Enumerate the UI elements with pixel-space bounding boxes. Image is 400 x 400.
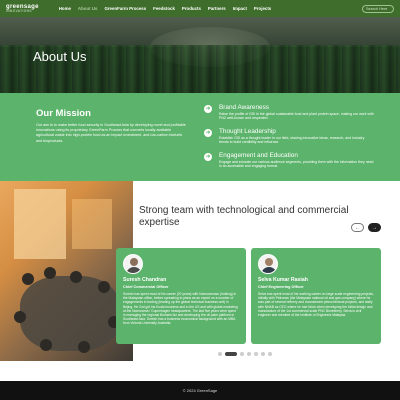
- nav-impact[interactable]: Impact: [233, 6, 247, 11]
- mission-text: Our aim is to make better food security …: [36, 123, 186, 143]
- logo-tagline: INNOVATIONS: [6, 8, 32, 13]
- mission-point-title: Brand Awareness: [219, 104, 269, 111]
- photo-window: [72, 199, 112, 249]
- carousel-controls: ← →: [351, 223, 381, 232]
- page-title: About Us: [33, 49, 87, 64]
- mission-point: ➜ Thought Leadership Establish GSI as a …: [204, 128, 374, 145]
- carousel-prev-button[interactable]: ←: [351, 223, 364, 232]
- member-role: Chief Engineering Officer: [258, 285, 304, 289]
- arrow-right-icon: ➜: [204, 152, 212, 161]
- mission-point-desc: Engage and educate our various audience …: [219, 159, 374, 169]
- nav-about-us[interactable]: About Us: [78, 6, 98, 11]
- site-footer: © 2024 GreenSage: [0, 381, 400, 400]
- carousel-dot[interactable]: [240, 352, 244, 356]
- nav-products[interactable]: Products: [182, 6, 201, 11]
- nav-home[interactable]: Home: [59, 6, 71, 11]
- team-member-card: Suresh Chandran Chief Commercial Officer…: [116, 248, 246, 344]
- top-navbar: greensage INNOVATIONS Home About Us Gree…: [0, 0, 400, 17]
- member-name: Suresh Chandran: [123, 277, 167, 283]
- mission-point: ➜ Engagement and Education Engage and ed…: [204, 152, 374, 169]
- photo-person: [78, 341, 90, 353]
- hero-banner: About Us: [0, 17, 400, 93]
- search-input[interactable]: [362, 4, 394, 13]
- member-role: Chief Commercial Officer: [123, 285, 169, 289]
- carousel-dot[interactable]: [218, 352, 222, 356]
- arrow-right-icon: ➜: [204, 105, 212, 113]
- photo-person: [98, 281, 110, 293]
- mission-point-title: Engagement and Education: [219, 151, 298, 159]
- member-bio: Suresh has spent most of his career (20 …: [123, 292, 238, 326]
- footer-copyright: © 2024 GreenSage: [182, 388, 218, 393]
- nav-projects[interactable]: Projects: [254, 6, 271, 11]
- avatar: [123, 254, 143, 274]
- nav-greenfarm-process[interactable]: GreenFarm Process: [104, 6, 146, 11]
- member-bio: Selva has spent most of his working care…: [258, 292, 374, 318]
- mission-point: ➜ Brand Awareness Raise the profile of G…: [204, 104, 374, 121]
- avatar: [258, 254, 278, 274]
- photo-window: [14, 189, 66, 259]
- carousel-pagination: [218, 352, 272, 356]
- nav-feedstock[interactable]: Feedstock: [153, 6, 175, 11]
- photo-person: [44, 267, 56, 279]
- carousel-dot[interactable]: [254, 352, 258, 356]
- mission-section: Our Mission Our aim is to make better fo…: [0, 93, 400, 181]
- carousel-dot[interactable]: [225, 352, 237, 356]
- team-member-card: Selva Kumar Rasiah Chief Engineering Off…: [251, 248, 381, 344]
- photo-person: [70, 271, 82, 283]
- photo-person: [40, 339, 52, 351]
- team-section-title: Strong team with technological and comme…: [139, 205, 349, 228]
- member-name: Selva Kumar Rasiah: [258, 277, 308, 283]
- photo-person: [22, 273, 34, 285]
- carousel-next-button[interactable]: →: [368, 223, 381, 232]
- arrow-right-icon: ➜: [204, 128, 212, 137]
- mission-point-desc: Establish GSI as a thought leader in our…: [219, 135, 365, 145]
- main-menu: Home About Us GreenFarm Process Feedstoc…: [59, 6, 272, 11]
- nav-partners[interactable]: Partners: [208, 6, 226, 11]
- site-logo[interactable]: greensage INNOVATIONS: [6, 4, 39, 13]
- team-meeting-photo: [0, 181, 133, 361]
- mission-points: ➜ Brand Awareness Raise the profile of G…: [204, 104, 374, 168]
- carousel-dot[interactable]: [247, 352, 251, 356]
- carousel-dot[interactable]: [268, 352, 272, 356]
- photo-person: [14, 311, 26, 323]
- carousel-dot[interactable]: [261, 352, 265, 356]
- mission-title: Our Mission: [36, 108, 91, 119]
- mission-point-title: Thought Leadership: [219, 127, 276, 135]
- mission-point-desc: Raise the profile of GSI in the global s…: [219, 112, 374, 121]
